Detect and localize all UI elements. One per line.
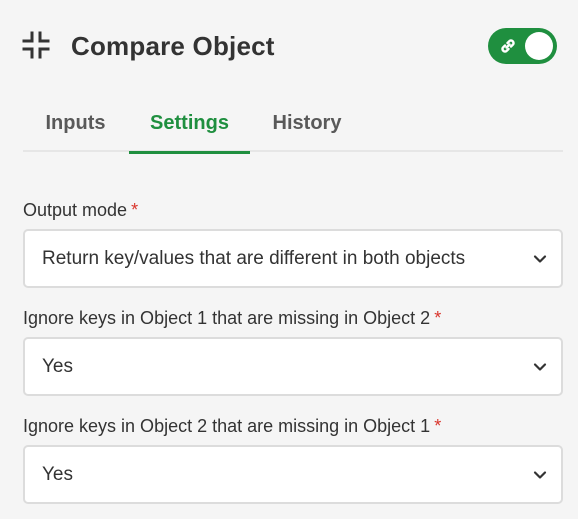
link-toggle[interactable] <box>488 28 557 64</box>
select-value: Return key/values that are different in … <box>42 248 466 269</box>
required-mark: * <box>434 308 442 328</box>
chevron-down-icon <box>533 468 547 482</box>
toggle-knob <box>525 32 553 60</box>
field-label-text: Output mode <box>23 200 128 220</box>
field-label-text: Ignore keys in Object 1 that are missing… <box>23 308 431 328</box>
header: Compare Object <box>0 0 578 92</box>
ignore-keys-2-label: Ignore keys in Object 2 that are missing… <box>23 415 441 437</box>
tab-history[interactable]: History <box>255 104 359 152</box>
collapse-icon[interactable] <box>22 31 50 59</box>
chevron-down-icon <box>533 252 547 266</box>
page-title: Compare Object <box>71 31 275 61</box>
output-mode-label: Output mode * <box>23 199 138 221</box>
output-mode-select[interactable]: Return key/values that are different in … <box>23 229 563 288</box>
ignore-keys-1-label: Ignore keys in Object 1 that are missing… <box>23 307 441 329</box>
field-label-text: Ignore keys in Object 2 that are missing… <box>23 416 431 436</box>
tab-settings[interactable]: Settings <box>129 104 250 154</box>
select-value: Yes <box>42 356 73 377</box>
required-mark: * <box>131 200 139 220</box>
required-mark: * <box>434 416 442 436</box>
select-value: Yes <box>42 464 73 485</box>
ignore-keys-2-select[interactable]: Yes <box>23 445 563 504</box>
tab-bar: Inputs Settings History <box>23 104 563 154</box>
ignore-keys-1-select[interactable]: Yes <box>23 337 563 396</box>
chevron-down-icon <box>533 360 547 374</box>
tab-inputs[interactable]: Inputs <box>23 104 128 152</box>
link-icon <box>498 36 518 56</box>
